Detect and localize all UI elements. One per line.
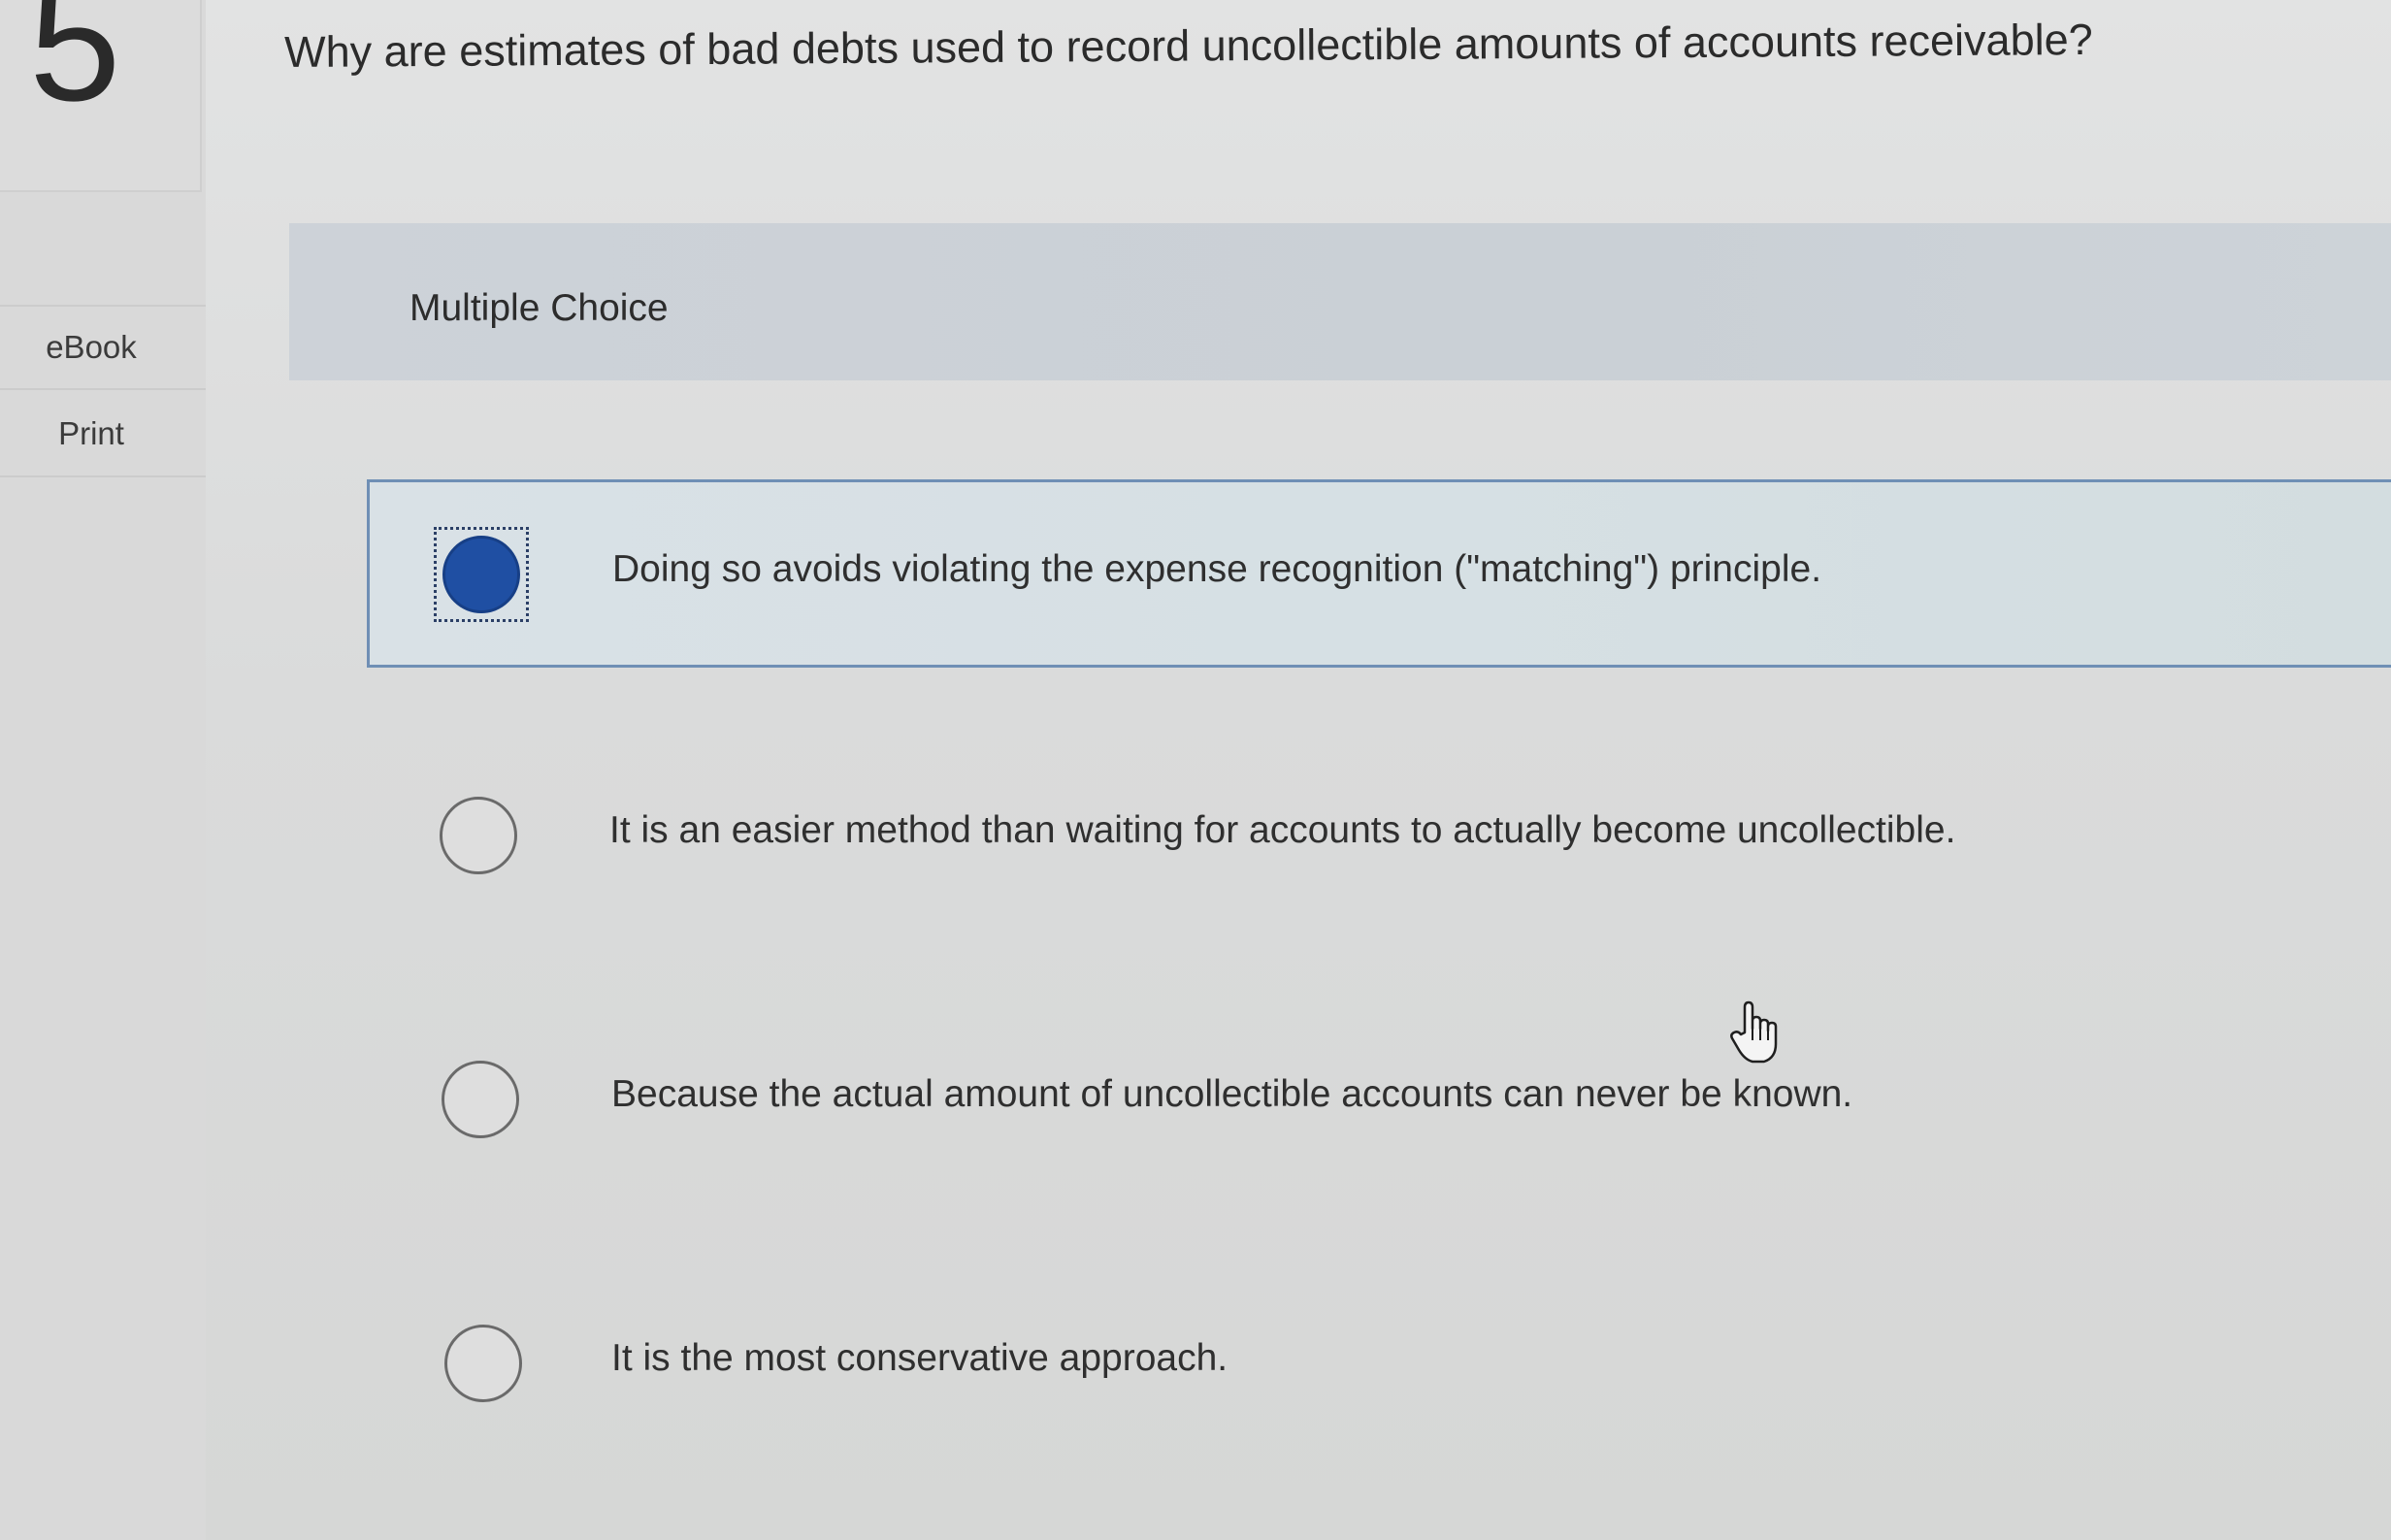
- left-rail: 5 eBook Print: [0, 0, 206, 1540]
- print-link[interactable]: Print: [0, 392, 206, 477]
- ebook-link[interactable]: eBook: [0, 305, 206, 390]
- answer-option-a[interactable]: Doing so avoids violating the expense re…: [367, 479, 2391, 668]
- question-text: Why are estimates of bad debts used to r…: [284, 14, 2093, 77]
- answer-option-d[interactable]: It is the most conservative approach.: [367, 1271, 2391, 1459]
- quiz-page: 5 eBook Print Why are estimates of bad d…: [0, 0, 2391, 1540]
- answer-option-c-text: Because the actual amount of uncollectib…: [611, 1073, 1853, 1115]
- answer-option-b-text: It is an easier method than waiting for …: [609, 809, 1956, 851]
- radio-button-a[interactable]: [442, 536, 520, 613]
- answer-option-c[interactable]: Because the actual amount of uncollectib…: [367, 1007, 2391, 1196]
- answer-option-a-text: Doing so avoids violating the expense re…: [612, 548, 1822, 590]
- radio-button-c[interactable]: [442, 1061, 519, 1138]
- hand-pointer-icon: [1730, 1000, 1778, 1064]
- radio-button-d[interactable]: [444, 1325, 522, 1402]
- question-number: 5: [29, 0, 121, 136]
- answer-option-d-text: It is the most conservative approach.: [611, 1337, 1228, 1379]
- multiple-choice-label: Multiple Choice: [409, 287, 669, 329]
- answer-option-b[interactable]: It is an easier method than waiting for …: [367, 743, 2391, 932]
- radio-button-b[interactable]: [440, 797, 517, 874]
- question-number-box: 5: [0, 0, 202, 192]
